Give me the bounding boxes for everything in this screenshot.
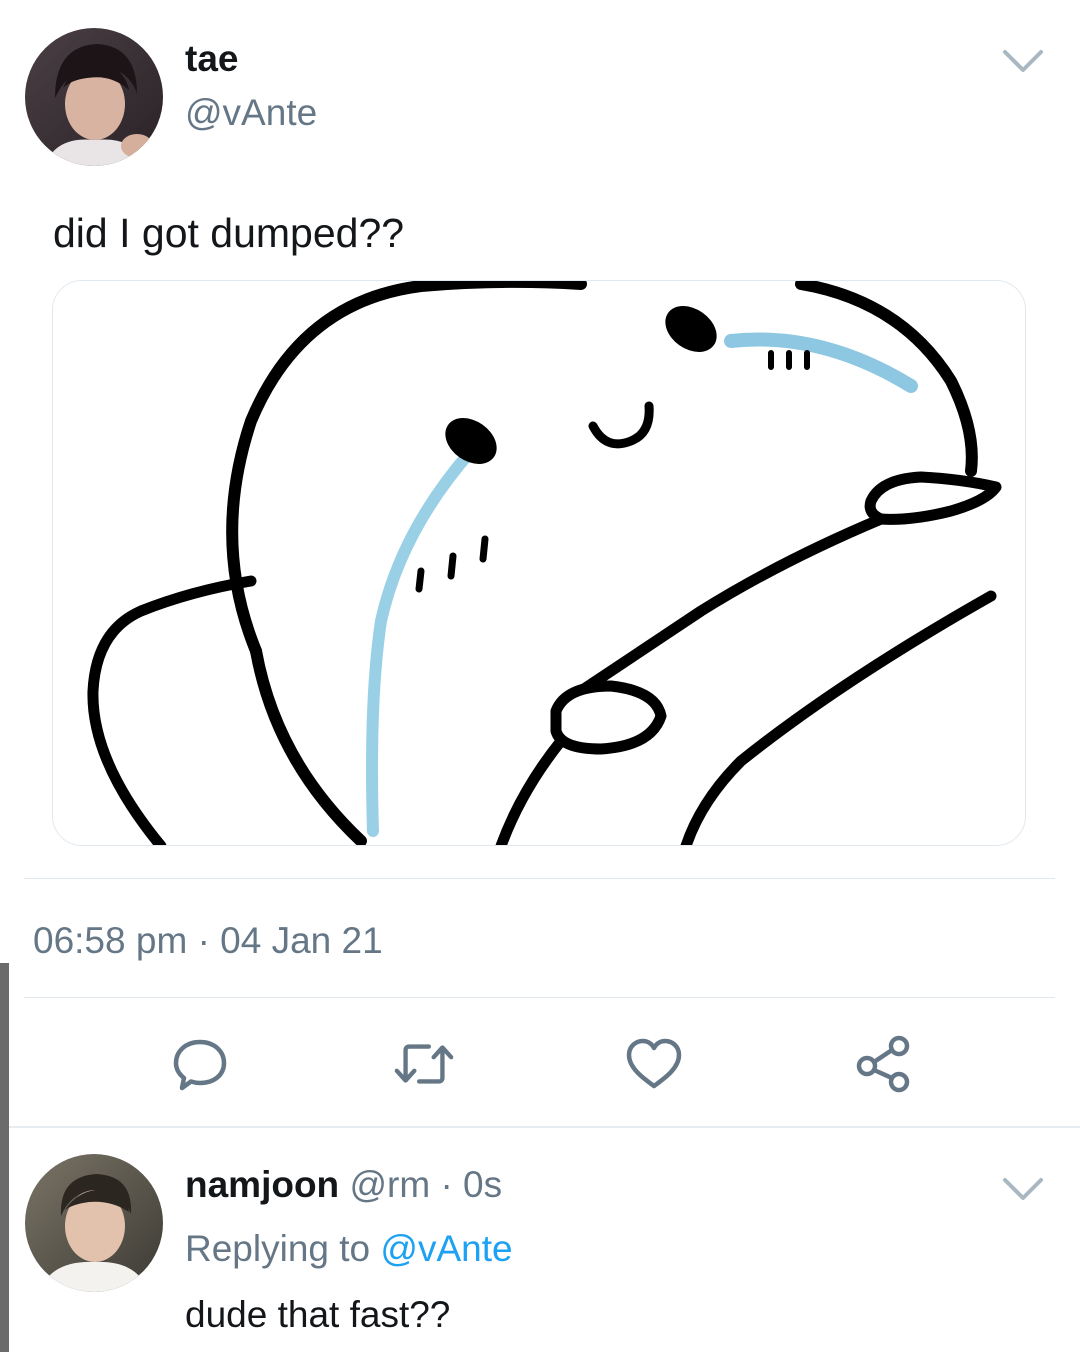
replying-to: Replying to @vAnte [185,1228,513,1270]
reply-time: 0s [463,1164,503,1205]
divider [24,997,1055,998]
reply-icon [173,1039,227,1091]
timestamp-separator: · [197,920,210,961]
tweet-menu-chevron-down-icon[interactable] [1000,44,1046,76]
crying-cartoon-illustration [53,281,1025,845]
reply-header: namjoon @rm · 0s [185,1164,502,1206]
share-button[interactable] [852,1032,916,1096]
retweet-icon [394,1044,454,1084]
heart-icon [626,1038,682,1089]
tweet-timestamp: 06:58 pm · 04 Jan 21 [33,920,383,962]
main-tweet: tae @vAnte did I got dumped?? 06:58 pm ·… [0,0,1080,1126]
reply-author-name[interactable]: namjoon [185,1164,339,1205]
reply-button[interactable] [168,1032,232,1096]
tweet-media-image[interactable] [52,280,1026,846]
divider [24,878,1055,879]
tweet-date: 04 Jan 21 [220,920,383,961]
author-avatar[interactable] [25,28,163,166]
reply-separator: · [440,1164,453,1205]
avatar-image [25,28,163,166]
reply-text: dude that fast?? [185,1294,451,1335]
author-handle[interactable]: @vAnte [185,92,317,134]
retweet-button[interactable] [392,1032,456,1096]
author-name[interactable]: tae [185,38,238,80]
reply-author-handle[interactable]: @rm [349,1164,430,1205]
reply-tweet[interactable]: namjoon @rm · 0s Replying to @vAnte dude… [0,1128,1080,1352]
share-icon [856,1035,910,1093]
avatar-image [25,1154,163,1292]
tweet-time: 06:58 pm [33,920,188,961]
like-button[interactable] [622,1032,686,1096]
reply-author-avatar[interactable] [25,1154,163,1292]
reply-menu-chevron-down-icon[interactable] [1000,1172,1046,1204]
tweet-text: did I got dumped?? [53,210,405,256]
replying-to-label: Replying to [185,1228,371,1269]
replying-to-mention[interactable]: @vAnte [380,1228,512,1269]
